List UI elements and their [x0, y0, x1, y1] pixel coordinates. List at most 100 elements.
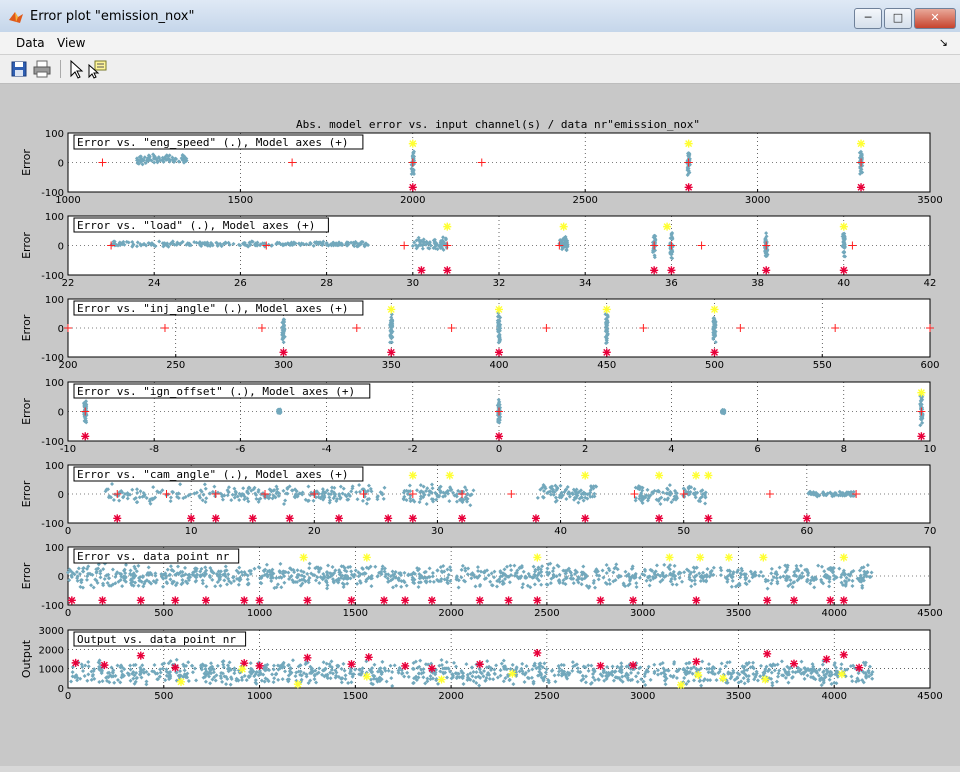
legend-text: Error vs. "load" (.), Model axes (+)	[77, 219, 315, 232]
high-extreme-marker	[508, 669, 517, 678]
low-extreme-marker	[285, 514, 294, 523]
high-extreme-marker	[694, 671, 703, 680]
high-extreme-marker	[293, 680, 302, 689]
figure-title: Abs. model error vs. input channel(s) / …	[296, 118, 700, 131]
high-extreme-marker	[719, 674, 728, 683]
low-extreme-marker	[303, 596, 312, 605]
subplot-2: 22 24 26 28 30 32 34 36 38 40 42-1000100ErrorError…	[20, 212, 936, 289]
low-extreme-marker	[201, 596, 210, 605]
high-extreme-marker	[724, 553, 733, 562]
low-extreme-marker	[789, 596, 798, 605]
high-extreme-marker	[696, 553, 705, 562]
legend-text: Error vs. "ign_offset" (.), Model axes (…	[77, 385, 355, 398]
low-extreme-marker	[762, 266, 771, 275]
x-tick-label: 450	[597, 360, 616, 371]
x-tick-label: 60	[800, 526, 813, 537]
subplot-legend: Error vs. "eng_speed" (.), Model axes (+…	[73, 134, 364, 150]
window-bottom-edge	[0, 766, 960, 772]
x-tick-label: 34	[579, 278, 592, 289]
high-extreme-marker	[676, 680, 685, 689]
legend-text: Error vs. "eng_speed" (.), Model axes (+…	[77, 136, 349, 149]
low-extreme-marker	[98, 596, 107, 605]
x-tick-label: 8	[841, 444, 847, 455]
low-extreme-marker	[458, 514, 467, 523]
high-extreme-marker	[759, 553, 768, 562]
x-tick-label: 3000	[745, 195, 770, 206]
x-tick-label: 500	[154, 691, 173, 702]
high-extreme-marker	[837, 670, 846, 679]
y-tick-label: -100	[41, 601, 64, 612]
x-tick-label: 2000	[438, 608, 463, 619]
high-extreme-marker	[761, 675, 770, 684]
low-extreme-marker	[822, 655, 831, 664]
y-axis-label: Error	[20, 314, 33, 341]
low-extreme-marker	[650, 266, 659, 275]
low-extreme-marker	[427, 664, 436, 673]
y-tick-label: 100	[45, 295, 64, 306]
high-extreme-marker	[692, 471, 701, 480]
low-extreme-marker	[364, 653, 373, 662]
x-tick-label: 3000	[630, 691, 655, 702]
legend-text: Error vs. "inj_angle" (.), Model axes (+…	[77, 302, 349, 315]
low-extreme-marker	[401, 661, 410, 670]
x-tick-label: -2	[408, 444, 418, 455]
y-tick-label: 1000	[39, 665, 64, 676]
subplot-3: 200 250 300 350 400 450 500 550 600-1000100Error…	[20, 295, 940, 371]
x-tick-label: 2500	[572, 195, 597, 206]
low-extreme-marker	[136, 651, 145, 660]
y-tick-label: -100	[41, 437, 64, 448]
y-tick-label: 2000	[39, 645, 64, 656]
x-tick-label: 4000	[821, 691, 846, 702]
subplot-legend: Error vs. "load" (.), Model axes (+)	[73, 217, 329, 233]
subplot-legend: Error vs. "inj_angle" (.), Model axes (+…	[73, 300, 364, 316]
y-tick-label: -100	[41, 519, 64, 530]
high-extreme-marker	[663, 222, 672, 231]
low-extreme-marker	[857, 183, 866, 192]
x-tick-label: 26	[234, 278, 247, 289]
high-extreme-marker	[704, 471, 713, 480]
legend-text: Error vs. data point nr	[77, 550, 230, 563]
low-extreme-marker	[171, 596, 180, 605]
x-tick-label: 10	[924, 444, 937, 455]
x-tick-label: 3500	[726, 691, 751, 702]
x-tick-label: 10	[185, 526, 198, 537]
low-extreme-marker	[334, 514, 343, 523]
x-tick-label: 0	[65, 691, 71, 702]
x-tick-label: 70	[924, 526, 937, 537]
low-extreme-marker	[380, 596, 389, 605]
high-extreme-marker	[917, 388, 926, 397]
low-extreme-marker	[248, 514, 257, 523]
x-tick-label: 30	[431, 526, 444, 537]
high-extreme-marker	[362, 553, 371, 562]
x-tick-label: 4500	[917, 691, 942, 702]
y-tick-label: 0	[58, 684, 64, 695]
high-extreme-marker	[443, 222, 452, 231]
high-extreme-marker	[684, 139, 693, 148]
low-extreme-marker	[113, 514, 122, 523]
x-tick-label: 6	[754, 444, 760, 455]
subplot-5: 0 10 20 30 40 50 60 70-1000100ErrorError vs. "c…	[20, 461, 936, 537]
x-tick-label: 4	[668, 444, 674, 455]
x-tick-label: 400	[489, 360, 508, 371]
y-tick-label: 0	[58, 408, 64, 419]
legend-text: Error vs. "cam_angle" (.), Model axes (+…	[77, 468, 349, 481]
low-extreme-marker	[667, 266, 676, 275]
high-extreme-marker	[839, 222, 848, 231]
x-tick-label: 1500	[343, 691, 368, 702]
x-tick-label: 350	[382, 360, 401, 371]
low-extreme-marker	[211, 514, 220, 523]
x-tick-label: 2500	[534, 608, 559, 619]
subplot-6: 0 500 1000 1500 2000 2500 3000 3500 4000 4500-100…	[20, 543, 943, 619]
y-tick-label: 0	[58, 242, 64, 253]
low-extreme-marker	[596, 596, 605, 605]
subplot-7: 0 500 1000 1500 2000 2500 3000 3500 4000 4500 0 100…	[20, 626, 943, 702]
y-axis-label: Output	[20, 639, 33, 678]
high-extreme-marker	[238, 665, 247, 674]
low-extreme-marker	[303, 653, 312, 662]
low-extreme-marker	[855, 663, 864, 672]
low-extreme-marker	[495, 348, 503, 357]
x-tick-label: -4	[322, 444, 332, 455]
x-tick-label: 250	[166, 360, 185, 371]
low-extreme-marker	[763, 649, 772, 658]
low-extreme-marker	[710, 348, 719, 357]
